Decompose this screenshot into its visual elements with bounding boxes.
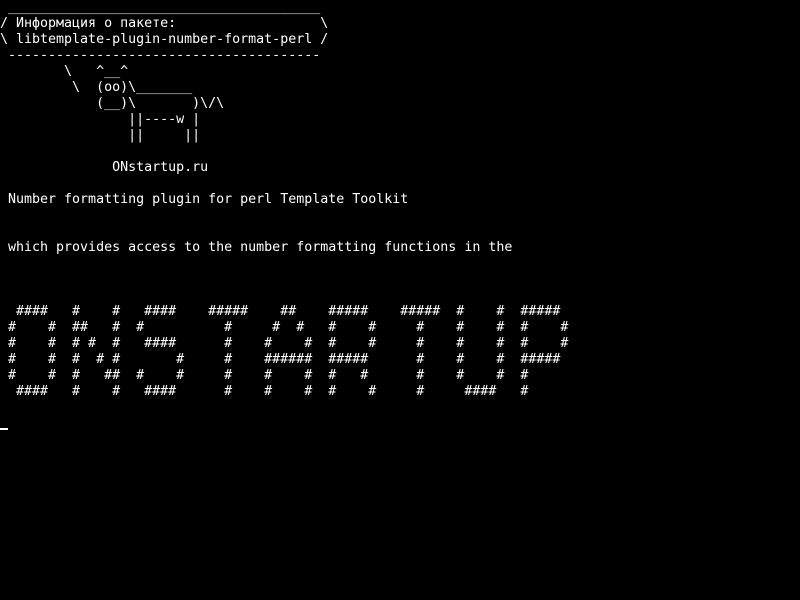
terminal-screen[interactable]: _______________________________________ … bbox=[0, 0, 800, 600]
signature-text: ONstartup.ru bbox=[0, 160, 209, 175]
cow-ascii-line: ||----w | bbox=[0, 112, 201, 127]
banner-ascii-line: #### # # #### ##### ## ##### ##### # # #… bbox=[0, 304, 561, 319]
bubble-top-border: _______________________________________ bbox=[0, 0, 321, 15]
banner-ascii-line: # # # # # # # ###### ##### # # # ##### bbox=[0, 352, 561, 367]
banner-ascii-line: # # # # # #### # # # # # # # # # # bbox=[0, 336, 569, 351]
bubble-package-name: \ libtemplate-plugin-number-format-perl … bbox=[0, 32, 329, 47]
package-description-line: which provides access to the number form… bbox=[0, 240, 513, 255]
package-description-line: Number formatting plugin for perl Templa… bbox=[0, 192, 409, 207]
text-cursor bbox=[0, 428, 8, 430]
bubble-title-line: / Информация о пакете: \ bbox=[0, 16, 329, 31]
banner-ascii-line: # # # ## # # # # # # # # # # # bbox=[0, 368, 529, 383]
banner-ascii-line: #### # # #### # # # # # # #### # bbox=[0, 384, 529, 399]
banner-ascii-line: # # ## # # # # # # # # # # # # bbox=[0, 320, 569, 335]
cow-ascii-line: (__)\ )\/\ bbox=[0, 96, 225, 111]
cow-ascii-line: || || bbox=[0, 128, 201, 143]
cow-ascii-line: \ ^__^ bbox=[0, 64, 129, 79]
bubble-bottom-border: --------------------------------------- bbox=[0, 48, 321, 63]
cow-ascii-line: \ (oo)\_______ bbox=[0, 80, 193, 95]
